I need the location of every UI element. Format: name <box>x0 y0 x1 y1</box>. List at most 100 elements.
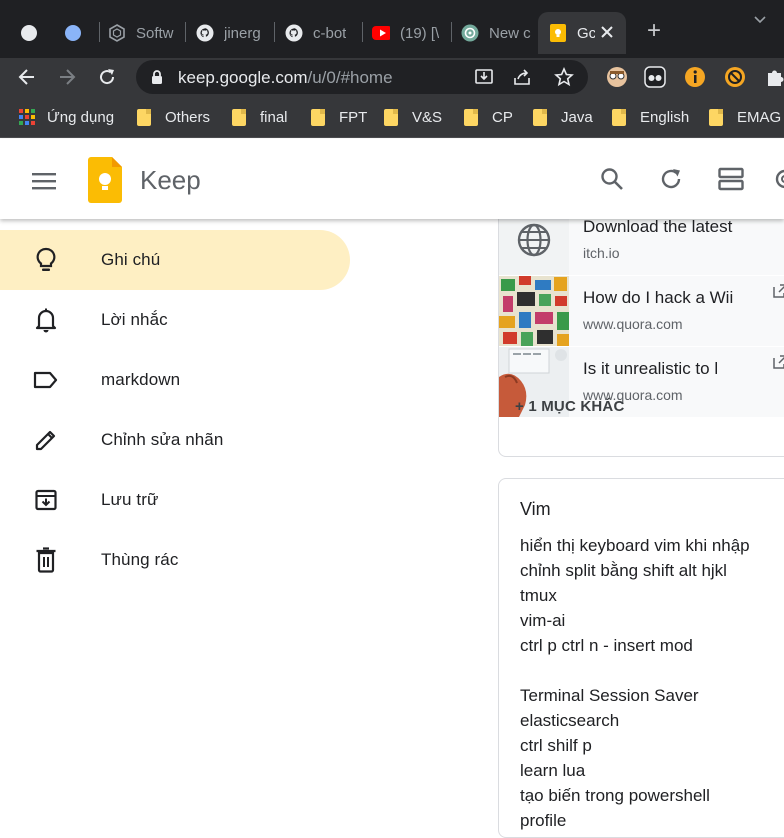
extension-info-icon[interactable] <box>680 62 710 92</box>
link-preview[interactable]: How do I hack a Wii www.quora.com <box>499 275 784 346</box>
note-card-links[interactable]: Download the latest itch.io How do I hac… <box>498 180 784 457</box>
note-card-vim[interactable]: Vim hiển thị keyboard vim khi nhập chỉnh… <box>498 478 784 838</box>
reload-icon[interactable] <box>92 62 122 92</box>
share-icon[interactable] <box>512 67 532 92</box>
bookmark-folder[interactable]: V&S <box>384 106 442 128</box>
product-name[interactable]: Keep <box>140 165 201 196</box>
address-path: /u/0/#home <box>307 68 393 87</box>
extension-glasses-icon[interactable] <box>602 62 632 92</box>
back-icon[interactable] <box>12 62 42 92</box>
tab-title: (19) [\ <box>400 24 440 42</box>
folder-icon <box>232 108 246 126</box>
search-icon[interactable] <box>592 159 632 199</box>
trash-icon <box>32 546 60 574</box>
close-tab-icon[interactable] <box>598 23 616 41</box>
keep-sidebar: Ghi chú Lời nhắc markdown Chỉnh sửa nhãn… <box>0 219 360 816</box>
extensions-puzzle-icon[interactable] <box>760 62 784 92</box>
nav-label: markdown <box>101 370 181 389</box>
note-body: hiển thị keyboard vim khi nhập chỉnh spl… <box>520 536 750 830</box>
github-icon <box>196 24 214 42</box>
main-menu-icon[interactable] <box>24 161 64 201</box>
refresh-icon[interactable] <box>651 159 691 199</box>
open-link-icon[interactable] <box>773 355 784 369</box>
address-bar[interactable]: keep.google.com/u/0/#home <box>136 60 588 94</box>
link-domain: www.quora.com <box>583 316 683 332</box>
browser-tab[interactable]: jinerg <box>196 12 266 54</box>
browser-tab[interactable]: Softw <box>108 12 178 54</box>
tab-separator <box>185 22 186 42</box>
nav-item-trash[interactable]: Thùng rác <box>0 530 350 590</box>
bookmark-label: Others <box>165 108 211 126</box>
bookmark-folder[interactable]: EMAG I <box>709 106 784 128</box>
nav-label: Lời nhắc <box>101 310 168 329</box>
folder-icon <box>533 108 547 126</box>
bookmark-apps[interactable]: Ứng dụng <box>18 106 114 128</box>
install-app-icon[interactable] <box>474 67 494 92</box>
openai-icon <box>461 24 479 42</box>
browser-tab[interactable]: New c <box>461 12 531 54</box>
nav-label: Chỉnh sửa nhãn <box>101 430 224 449</box>
address-url: keep.google.com/u/0/#home <box>178 68 393 88</box>
bookmark-folder[interactable]: Others <box>137 106 210 128</box>
circle-gray-icon <box>20 24 38 42</box>
link-title: How do I hack a Wii <box>583 288 734 307</box>
bookmark-folder[interactable]: final <box>232 106 288 128</box>
nav-label: Ghi chú <box>101 250 161 269</box>
folder-icon <box>137 108 151 126</box>
bookmark-label: final <box>260 108 288 126</box>
browser-tab-strip: Softw jinerg c-bot (19) [\ New c Gc + <box>0 0 784 58</box>
bookmark-label: Ứng dụng <box>47 108 115 126</box>
tab-search-chevron-icon[interactable] <box>752 12 768 28</box>
nav-item-reminders[interactable]: Lời nhắc <box>0 290 350 350</box>
tab-separator <box>274 22 275 42</box>
folder-icon <box>311 108 325 126</box>
nav-item-notes[interactable]: Ghi chú <box>0 230 350 290</box>
browser-tab-active[interactable]: Gc <box>538 12 626 54</box>
more-items-link[interactable]: + 1 MỤC KHÁC <box>515 398 625 415</box>
bookmark-label: EMAG I <box>737 108 784 126</box>
nav-item-label-markdown[interactable]: markdown <box>0 350 350 410</box>
tab-title: c-bot <box>313 24 347 42</box>
settings-icon[interactable] <box>765 159 784 199</box>
label-icon <box>32 366 60 394</box>
lock-icon[interactable] <box>150 69 164 90</box>
bookmark-folder[interactable]: FPT <box>311 106 367 128</box>
nav-item-edit-labels[interactable]: Chỉnh sửa nhãn <box>0 410 350 470</box>
extension-block-icon[interactable] <box>720 62 750 92</box>
keep-icon <box>549 24 567 42</box>
link-domain: itch.io <box>583 245 620 261</box>
browser-tab[interactable]: (19) [\ <box>372 12 444 54</box>
bookmark-label: V&S <box>412 108 443 126</box>
apps-grid-icon <box>18 108 36 126</box>
folder-icon <box>709 108 723 126</box>
lightbulb-icon <box>32 246 60 274</box>
pencil-icon <box>32 426 60 454</box>
browser-tab[interactable]: c-bot <box>285 12 355 54</box>
tab-title: Softw <box>136 24 174 42</box>
browser-toolbar: keep.google.com/u/0/#home <box>0 58 784 96</box>
bookmark-label: English <box>640 108 690 126</box>
extension-mask-icon[interactable] <box>640 62 670 92</box>
open-link-icon[interactable] <box>773 284 784 298</box>
nav-item-archive[interactable]: Lưu trữ <box>0 470 350 530</box>
keep-logo-icon[interactable] <box>88 157 122 203</box>
new-tab-button[interactable]: + <box>642 19 666 44</box>
forward-icon[interactable] <box>52 62 82 92</box>
bookmark-star-icon[interactable] <box>554 66 574 92</box>
folder-icon <box>464 108 478 126</box>
browser-tab[interactable] <box>64 12 92 54</box>
bookmark-label: FPT <box>339 108 368 126</box>
bookmark-label: CP <box>492 108 513 126</box>
link-title: Is it unrealistic to l <box>583 359 719 378</box>
folder-icon <box>612 108 626 126</box>
browser-tab[interactable] <box>20 12 48 54</box>
tab-title: jinerg <box>224 24 261 42</box>
tab-title: New c <box>489 24 531 42</box>
circle-blue-icon <box>64 24 82 42</box>
address-host: keep.google.com <box>178 68 308 87</box>
list-view-icon[interactable] <box>711 159 751 199</box>
bookmark-folder[interactable]: CP <box>464 106 513 128</box>
bookmark-folder[interactable]: Java <box>533 106 593 128</box>
bookmark-folder[interactable]: English <box>612 106 689 128</box>
github-icon <box>285 24 303 42</box>
